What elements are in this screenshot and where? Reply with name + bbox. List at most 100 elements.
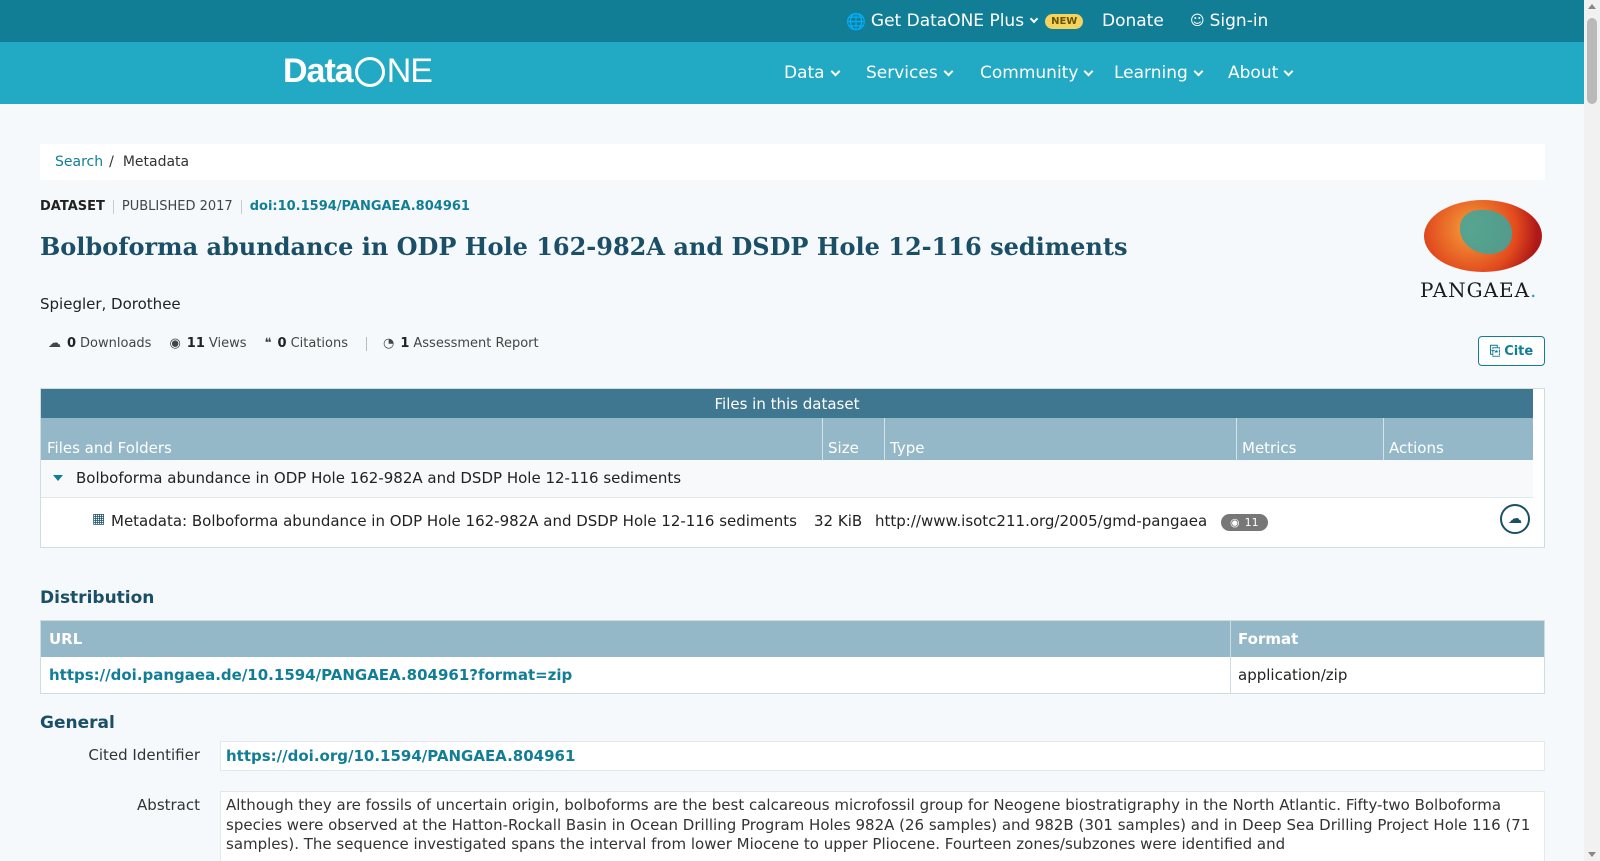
nav-community-label: Community <box>980 63 1079 83</box>
donate-link[interactable]: Donate <box>1102 0 1164 42</box>
cite-button[interactable]: ⎘ Cite <box>1478 336 1545 366</box>
published-label: PUBLISHED 2017 <box>121 199 233 214</box>
file-name[interactable]: Metadata: Bolboforma abundance in ODP Ho… <box>111 512 797 530</box>
col-actions[interactable]: Actions <box>1389 439 1444 457</box>
nav-services[interactable]: Services <box>866 42 954 104</box>
pangaea-name: PANGAEA <box>1420 278 1531 302</box>
logo-text-data: Data <box>283 52 354 90</box>
quote-icon: ❝ <box>264 336 272 351</box>
assessment-count: 1 <box>400 336 410 351</box>
nav-community[interactable]: Community <box>980 42 1094 104</box>
column-divider <box>1230 621 1231 693</box>
downloads-label: Downloads <box>80 336 152 351</box>
files-table: Files in this dataset Files and Folders … <box>40 388 1545 548</box>
get-dataone-plus-menu[interactable]: 🌐 Get DataONE Plus NEW <box>846 0 1084 42</box>
dataset-type-label: DATASET <box>40 199 105 214</box>
scroll-down-arrow-icon[interactable] <box>1588 852 1596 857</box>
abstract-field: Although they are fossils of uncertain o… <box>220 791 1545 861</box>
breadcrumb-search-link[interactable]: Search <box>55 154 103 170</box>
abstract-label: Abstract <box>137 796 200 814</box>
cloud-download-icon: ☁ <box>1508 511 1522 527</box>
col-files-and-folders[interactable]: Files and Folders <box>47 439 172 457</box>
citations-metric[interactable]: ❝ 0 Citations <box>265 336 348 351</box>
folder-row[interactable]: Bolboforma abundance in ODP Hole 162-982… <box>41 460 1533 498</box>
eye-icon: ◉ <box>169 336 181 351</box>
author-name[interactable]: Spiegler, Dorothee <box>40 295 181 313</box>
divider <box>366 336 367 351</box>
nav-learning[interactable]: Learning <box>1114 42 1204 104</box>
file-row[interactable]: ▦ Metadata: Bolboforma abundance in ODP … <box>41 498 1533 548</box>
col-url: URL <box>49 630 83 648</box>
dataone-logo[interactable]: Data NE <box>283 52 433 91</box>
distribution-url-link[interactable]: https://doi.pangaea.de/10.1594/PANGAEA.8… <box>49 666 572 684</box>
col-size[interactable]: Size <box>828 439 859 457</box>
downloads-count: 0 <box>67 336 77 351</box>
caret-down-icon[interactable] <box>53 475 63 481</box>
user-icon: ☺ <box>1190 13 1205 29</box>
doi-link[interactable]: doi:10.1594/PANGAEA.804961 <box>250 199 470 214</box>
files-table-heading: Files in this dataset <box>41 389 1533 418</box>
plus-label: Get DataONE Plus <box>870 11 1025 31</box>
views-count: 11 <box>186 336 205 351</box>
gauge-icon: ◔ <box>383 336 395 351</box>
cited-identifier-field: https://doi.org/10.1594/PANGAEA.804961 <box>220 741 1545 771</box>
file-size: 32 KiB <box>814 512 863 530</box>
table-icon: ▦ <box>92 511 106 527</box>
nav-data[interactable]: Data <box>784 42 841 104</box>
distribution-header-row: URL Format <box>41 621 1544 657</box>
citations-label: Citations <box>290 336 348 351</box>
eye-icon: ◉ <box>1230 516 1240 529</box>
pangaea-logo-text: PANGAEA. <box>1420 278 1537 302</box>
file-views-count: 11 <box>1244 516 1259 529</box>
file-views-badge: ◉ 11 <box>1221 514 1268 531</box>
sign-in-label: Sign-in <box>1209 11 1269 31</box>
cited-identifier-link[interactable]: https://doi.org/10.1594/PANGAEA.804961 <box>226 747 575 765</box>
chevron-down-icon <box>830 66 841 76</box>
chevron-down-icon <box>1283 66 1294 76</box>
files-table-columns: Files and Folders Size Type Metrics Acti… <box>41 418 1533 460</box>
nav-about[interactable]: About <box>1228 42 1294 104</box>
top-utility-bar: 🌐 Get DataONE Plus NEW Donate ☺ Sign-in <box>0 0 1584 42</box>
new-badge: NEW <box>1045 13 1084 29</box>
distribution-heading: Distribution <box>40 588 155 608</box>
breadcrumb-separator: / <box>109 154 114 170</box>
nav-learning-label: Learning <box>1114 63 1188 83</box>
download-file-button[interactable]: ☁ <box>1500 504 1530 534</box>
scroll-thumb[interactable] <box>1587 18 1597 104</box>
breadcrumb: Search / Metadata <box>40 144 1545 180</box>
views-metric[interactable]: ◉ 11 Views <box>169 336 246 351</box>
column-divider <box>884 418 885 460</box>
file-type: http://www.isotc211.org/2005/gmd-pangaea <box>875 512 1208 530</box>
pangaea-logo[interactable]: PANGAEA. <box>1420 200 1550 310</box>
col-format: Format <box>1238 630 1299 648</box>
dataset-meta-line: DATASET PUBLISHED 2017 doi:10.1594/PANGA… <box>40 199 470 214</box>
globe-plus-icon: 🌐 <box>846 11 866 31</box>
sign-in-link[interactable]: ☺ Sign-in <box>1190 0 1268 42</box>
distribution-row: https://doi.pangaea.de/10.1594/PANGAEA.8… <box>41 657 1544 693</box>
distribution-table: URL Format https://doi.pangaea.de/10.159… <box>40 620 1545 694</box>
metrics-bar: ☁ 0 Downloads ◉ 11 Views ❝ 0 Citations ◔… <box>48 336 557 351</box>
general-heading: General <box>40 713 115 733</box>
assessment-report-metric[interactable]: ◔ 1 Assessment Report <box>383 336 539 351</box>
cloud-download-icon: ☁ <box>48 336 61 351</box>
divider <box>240 199 242 214</box>
copy-icon: ⎘ <box>1489 343 1501 359</box>
citations-count: 0 <box>277 336 287 351</box>
col-type[interactable]: Type <box>890 439 924 457</box>
cited-identifier-label: Cited Identifier <box>88 746 200 764</box>
cite-label: Cite <box>1504 343 1534 359</box>
distribution-format: application/zip <box>1238 666 1348 684</box>
assessment-label: Assessment Report <box>413 336 539 351</box>
page-scrollbar[interactable] <box>1584 0 1600 861</box>
logo-text-ne: NE <box>386 52 433 90</box>
col-metrics[interactable]: Metrics <box>1242 439 1296 457</box>
chevron-down-icon <box>1083 66 1094 76</box>
chevron-down-icon <box>1193 66 1204 76</box>
chevron-down-icon <box>1029 14 1039 24</box>
folder-name: Bolboforma abundance in ODP Hole 162-982… <box>76 469 682 487</box>
globe-icon <box>354 56 385 87</box>
downloads-metric[interactable]: ☁ 0 Downloads <box>48 336 151 351</box>
scroll-up-arrow-icon[interactable] <box>1588 4 1596 9</box>
column-divider <box>822 418 823 460</box>
divider <box>112 199 114 214</box>
